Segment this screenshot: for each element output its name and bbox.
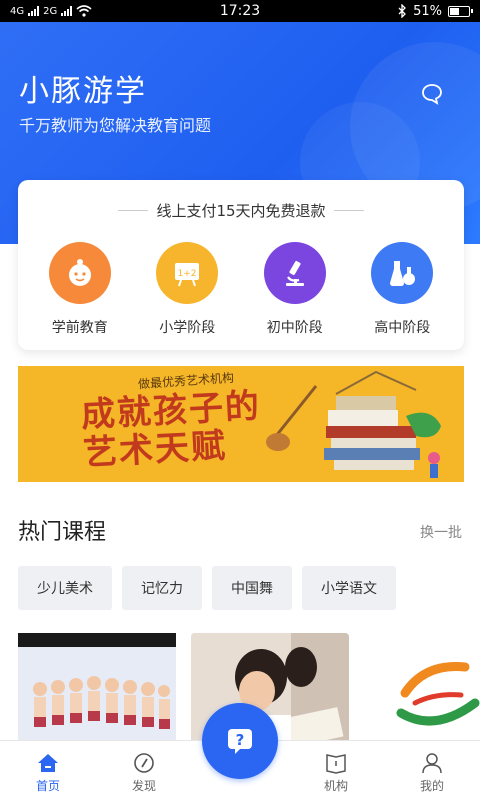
tag-item[interactable]: 中国舞 [212, 566, 292, 610]
nav-ask[interactable]: ? [192, 703, 288, 800]
baby-face-icon [68, 259, 91, 286]
chat-bubble-icon [422, 84, 442, 105]
book-icon [326, 754, 346, 774]
category-label: 小学阶段 [159, 320, 216, 336]
app-title: 小豚游学 [19, 74, 147, 109]
message-button[interactable] [420, 82, 444, 106]
nav-label: 发现 [131, 779, 156, 793]
tag-item[interactable]: 少儿美术 [18, 566, 112, 610]
category-label: 高中阶段 [374, 320, 431, 336]
org-logo-image [396, 662, 480, 726]
section-title: 热门课程 [18, 520, 107, 545]
wifi-icon [76, 5, 92, 17]
category-preschool[interactable]: 学前教育 [30, 242, 130, 337]
compass-icon [134, 753, 154, 773]
nav-institution[interactable]: 机构 [288, 741, 384, 800]
category-middle-school[interactable]: 初中阶段 [245, 242, 345, 337]
nav-label: 首页 [35, 779, 60, 793]
category-icon-bg [48, 242, 111, 304]
flask-icon [390, 261, 416, 286]
category-label: 初中阶段 [266, 320, 323, 336]
nav-home[interactable]: 首页 [0, 741, 96, 800]
home-icon [38, 754, 58, 772]
promo-banner[interactable]: 做最优秀艺术机构 成就孩子的艺术天赋 [18, 366, 464, 482]
status-right: 51% [397, 3, 473, 19]
bottom-nav: 首页 发现 ? 机构 我的 [0, 703, 480, 800]
chalkboard-icon: 1+2 [175, 263, 200, 287]
bluetooth-icon [398, 4, 407, 18]
category-icon-bg: 1+2 [156, 242, 219, 304]
nav-label: 机构 [323, 779, 348, 793]
tag-item[interactable]: 记忆力 [122, 566, 202, 610]
course-card-logo[interactable] [365, 633, 480, 743]
category-list: 学前教育 1+2 小学阶段 初中阶段 高中阶段 [18, 242, 464, 337]
signal-icon [28, 6, 40, 16]
ask-question-button[interactable]: ? [202, 703, 278, 779]
svg-text:?: ? [236, 731, 245, 749]
course-card-dance[interactable] [18, 633, 176, 743]
tag-item[interactable]: 小学语文 [302, 566, 396, 610]
category-icon-bg [371, 242, 434, 304]
nav-mine[interactable]: 我的 [384, 741, 480, 800]
nav-label: 我的 [419, 779, 444, 793]
nav-discover[interactable]: 发现 [96, 741, 192, 800]
user-icon [422, 753, 442, 774]
svg-text:1+2: 1+2 [178, 269, 197, 279]
category-card: 线上支付15天内免费退款 学前教育 1+2 小学阶段 初中阶段 高中阶段 [18, 180, 464, 350]
category-label: 学前教育 [51, 320, 108, 336]
question-icon: ? [228, 729, 252, 754]
category-high-school[interactable]: 高中阶段 [352, 242, 452, 337]
network-label-2: 2G [43, 5, 58, 17]
divider [333, 210, 364, 211]
course-tags: 少儿美术 记忆力 中国舞 小学语文 [18, 566, 396, 610]
status-bar: 4G 2G 17:23 51% [0, 0, 480, 22]
signal-icon-2 [61, 6, 73, 16]
app-subtitle: 千万教师为您解决教育问题 [19, 116, 212, 135]
refund-notice: 线上支付15天内免费退款 [18, 200, 464, 221]
battery-icon [448, 5, 473, 17]
refund-text: 线上支付15天内免费退款 [156, 202, 326, 220]
signal-area: 4G 2G [10, 5, 92, 17]
category-primary-school[interactable]: 1+2 小学阶段 [137, 242, 237, 337]
divider [118, 210, 149, 211]
battery-percent: 51% [413, 3, 442, 19]
category-icon-bg [263, 242, 326, 304]
network-label-1: 4G [10, 5, 25, 17]
refresh-button[interactable]: 换一批 [420, 522, 462, 542]
microscope-icon [285, 260, 304, 286]
books-illustration [266, 370, 441, 478]
battery-fill [450, 7, 459, 15]
kids-photo [18, 647, 176, 743]
